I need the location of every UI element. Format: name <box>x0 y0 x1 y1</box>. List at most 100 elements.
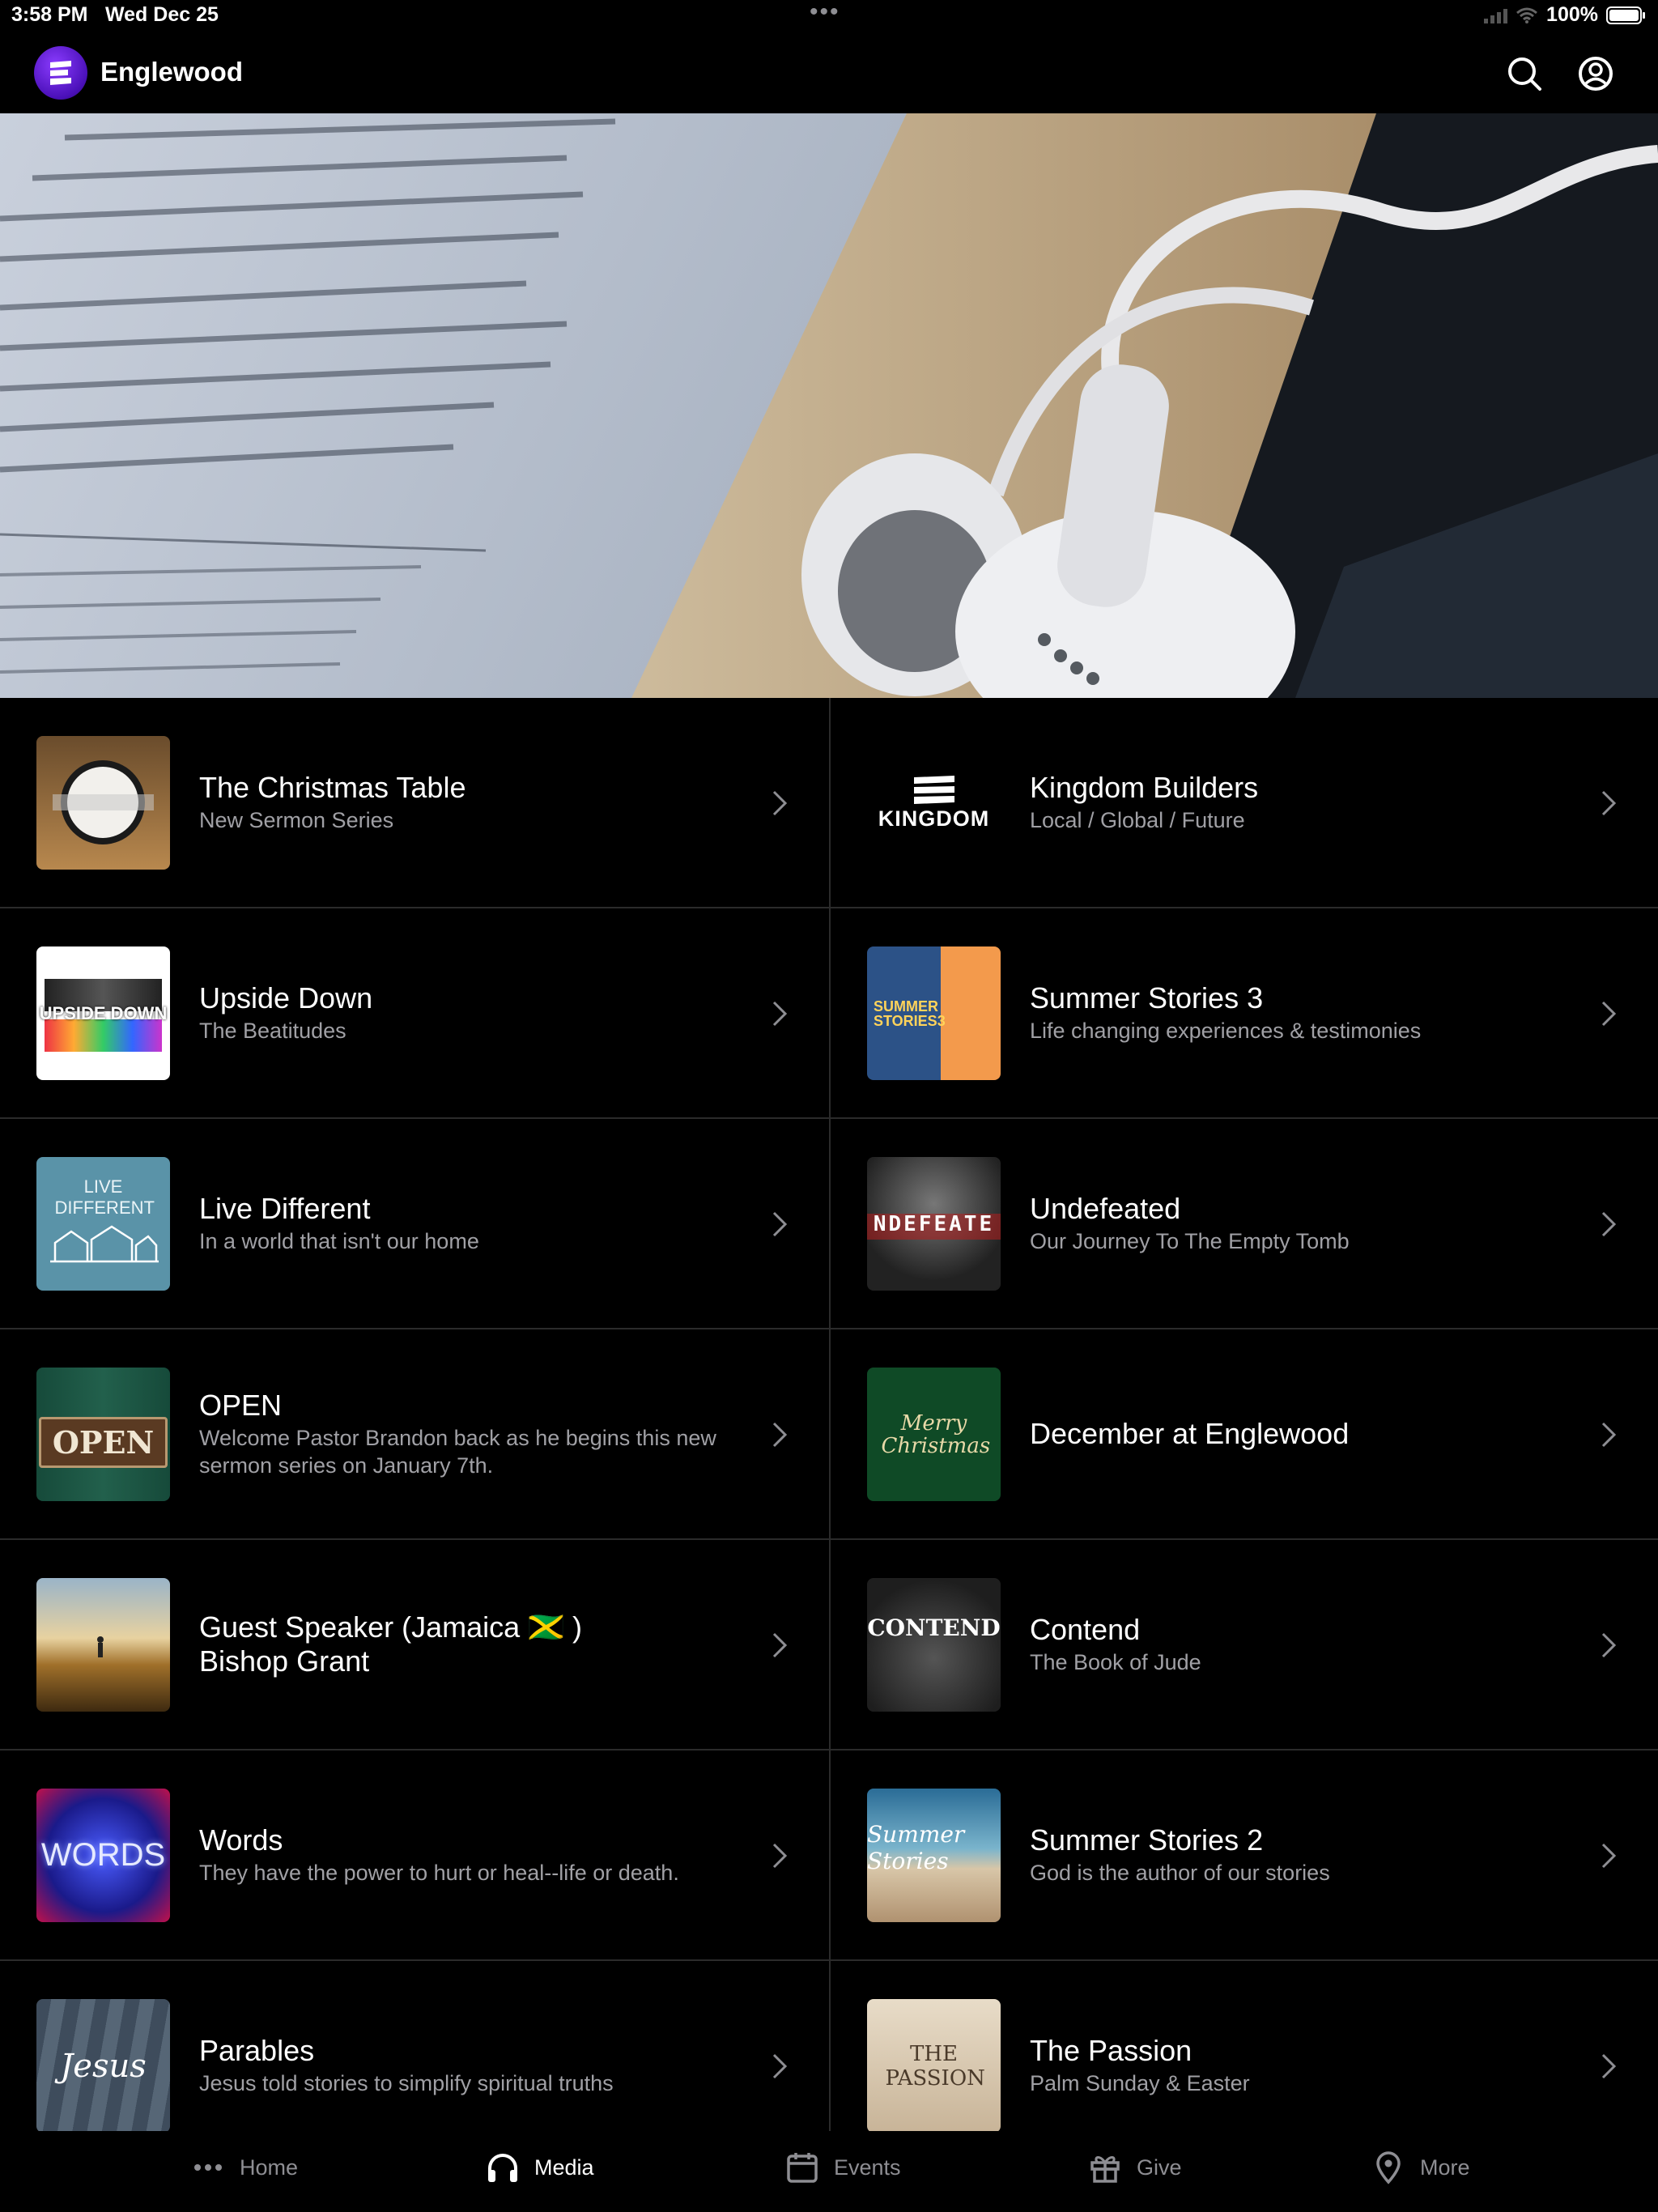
media-item-text: The Christmas Table New Sermon Series <box>199 698 750 907</box>
chevron-right-icon <box>1601 1632 1617 1658</box>
thumbnail-summer-stories-2: Summer Stories <box>867 1789 1001 1922</box>
chevron-right-icon <box>1601 2053 1617 2079</box>
media-title: December at Englewood <box>1030 1417 1350 1450</box>
wifi-icon <box>1516 7 1538 23</box>
thumbnail-label: WORDS <box>40 1837 166 1873</box>
media-subtitle: Local / Global / Future <box>1030 808 1245 832</box>
tab-events[interactable]: Events <box>785 2147 901 2188</box>
tab-bar: Home Media Events Give More <box>0 2131 1658 2212</box>
media-item-contend[interactable]: CONTEND Contend The Book of Jude <box>831 1540 1658 1750</box>
tab-home[interactable]: Home <box>191 2147 298 2188</box>
chevron-right-icon <box>1601 1211 1617 1237</box>
media-item-kingdom-builders[interactable]: KINGDOM Kingdom Builders Local / Global … <box>831 698 1658 908</box>
media-title: Kingdom Builders <box>1030 771 1259 804</box>
media-subtitle: The Book of Jude <box>1030 1650 1201 1674</box>
chevron-right-icon <box>772 2053 788 2079</box>
calendar-icon <box>787 2153 818 2183</box>
media-item-summer-stories-3[interactable]: SUMMER STORIES3 Summer Stories 3 Life ch… <box>831 908 1658 1119</box>
media-title: Undefeated <box>1030 1192 1181 1225</box>
media-item-parables[interactable]: Jesus Parables Jesus told stories to sim… <box>0 1961 829 2131</box>
media-series-list: The Christmas Table New Sermon Series KI… <box>0 698 1658 2131</box>
search-icon[interactable] <box>1506 55 1543 92</box>
thumbnail-contend: CONTEND <box>867 1578 1001 1712</box>
thumbnail-kingdom-builders: KINGDOM <box>867 736 1001 870</box>
chevron-right-icon <box>1601 1843 1617 1869</box>
app-title: Englewood <box>100 57 243 87</box>
media-title: Words <box>199 1823 283 1857</box>
tab-give[interactable]: Give <box>1088 2147 1182 2188</box>
chevron-right-icon <box>772 1632 788 1658</box>
media-item-undefeated[interactable]: NDEFEATE Undefeated Our Journey To The E… <box>831 1119 1658 1329</box>
media-item-text: Words They have the power to hurt or hea… <box>199 1750 750 1959</box>
headphones-icon <box>488 2154 517 2182</box>
thumbnail-guest-speaker <box>36 1578 170 1712</box>
profile-icon[interactable] <box>1577 55 1614 92</box>
media-item-text: December at Englewood <box>1030 1329 1580 1538</box>
media-item-text: Upside Down The Beatitudes <box>199 908 750 1117</box>
thumbnail-label: Summer Stories <box>867 1821 965 1874</box>
media-item-open[interactable]: OPEN OPEN Welcome Pastor Brandon back as… <box>0 1329 829 1540</box>
thumbnail-label: Jesus <box>60 2047 147 2085</box>
media-item-text: Summer Stories 2 God is the author of ou… <box>1030 1750 1580 1959</box>
logo-mark-icon <box>50 61 71 85</box>
thumbnail-the-passion: THE PASSION <box>867 1999 1001 2131</box>
media-item-december-at-englewood[interactable]: Merry Christmas December at Englewood <box>831 1329 1658 1540</box>
media-item-text: Contend The Book of Jude <box>1030 1540 1580 1749</box>
thumbnail-label: CONTEND <box>867 1614 1001 1641</box>
chevron-right-icon <box>772 1001 788 1027</box>
media-item-summer-stories-2[interactable]: Summer Stories Summer Stories 2 God is t… <box>831 1750 1658 1961</box>
tab-label: Media <box>534 2155 594 2180</box>
thumbnail-open: OPEN <box>36 1368 170 1501</box>
thumbnail-upside-down: UPSIDE DOWN <box>36 946 170 1080</box>
media-subtitle: New Sermon Series <box>199 808 394 832</box>
media-item-text: The Passion Palm Sunday & Easter <box>1030 1961 1580 2131</box>
cellular-signal-icon <box>1484 7 1508 23</box>
media-item-live-different[interactable]: LIVE DIFFERENT Live Different In a world… <box>0 1119 829 1329</box>
media-title: Live Different <box>199 1192 371 1225</box>
battery-icon <box>1606 6 1645 24</box>
media-subtitle: Welcome Pastor Brandon back as he begins… <box>199 1426 716 1478</box>
media-title: Upside Down <box>199 981 373 1015</box>
media-item-text: Live Different In a world that isn't our… <box>199 1119 750 1328</box>
multitasking-dots-icon[interactable]: ••• <box>810 0 840 26</box>
media-subtitle: God is the author of our stories <box>1030 1861 1330 1885</box>
tab-more[interactable]: More <box>1371 2147 1470 2188</box>
media-subtitle: Our Journey To The Empty Tomb <box>1030 1229 1350 1253</box>
battery-percent: 100% <box>1546 3 1598 26</box>
media-subtitle: In a world that isn't our home <box>199 1229 479 1253</box>
silhouette-graphic <box>97 1636 104 1657</box>
media-item-words[interactable]: WORDS Words They have the power to hurt … <box>0 1750 829 1961</box>
thumbnail-december-at-englewood: Merry Christmas <box>867 1368 1001 1501</box>
media-item-guest-speaker[interactable]: Guest Speaker (Jamaica 🇯🇲 ) Bishop Grant <box>0 1540 829 1750</box>
church-logo-icon[interactable] <box>34 46 87 100</box>
location-pin-icon <box>1376 2151 1401 2184</box>
media-item-the-passion[interactable]: THE PASSION The Passion Palm Sunday & Ea… <box>831 1961 1658 2131</box>
media-item-christmas-table[interactable]: The Christmas Table New Sermon Series <box>0 698 829 908</box>
media-title: OPEN <box>199 1389 283 1422</box>
chevron-right-icon <box>1601 1001 1617 1027</box>
tab-media[interactable]: Media <box>486 2147 594 2188</box>
media-item-text: Parables Jesus told stories to simplify … <box>199 1961 750 2131</box>
media-subtitle: The Beatitudes <box>199 1019 346 1043</box>
thumbnail-label: KINGDOM <box>878 806 990 831</box>
media-title: Guest Speaker (Jamaica 🇯🇲 ) Bishop Grant <box>199 1610 582 1678</box>
chevron-right-icon <box>1601 790 1617 816</box>
hero-banner[interactable] <box>0 113 1658 698</box>
chevron-right-icon <box>772 790 788 816</box>
more-dots-icon <box>194 2164 222 2171</box>
kingdom-banner-graphic <box>913 776 954 804</box>
app-header: Englewood <box>0 32 1658 113</box>
thumbnail-words: WORDS <box>36 1789 170 1922</box>
status-date: Wed Dec 25 <box>105 3 219 26</box>
houses-graphic <box>49 1225 159 1263</box>
media-title: Parables <box>199 2034 315 2067</box>
media-item-upside-down[interactable]: UPSIDE DOWN Upside Down The Beatitudes <box>0 908 829 1119</box>
tab-label: Events <box>834 2155 901 2180</box>
media-item-text: Kingdom Builders Local / Global / Future <box>1030 698 1580 907</box>
thumbnail-label: NDEFEATE <box>873 1211 995 1236</box>
media-item-text: Summer Stories 3 Life changing experienc… <box>1030 908 1580 1117</box>
status-bar: 3:58 PM Wed Dec 25 ••• 100% <box>0 0 1658 32</box>
thumbnail-label: LIVE DIFFERENT <box>54 1176 155 1218</box>
thumbnail-christmas-table <box>36 736 170 870</box>
thumbnail-label: SUMMER STORIES3 <box>874 998 946 1029</box>
